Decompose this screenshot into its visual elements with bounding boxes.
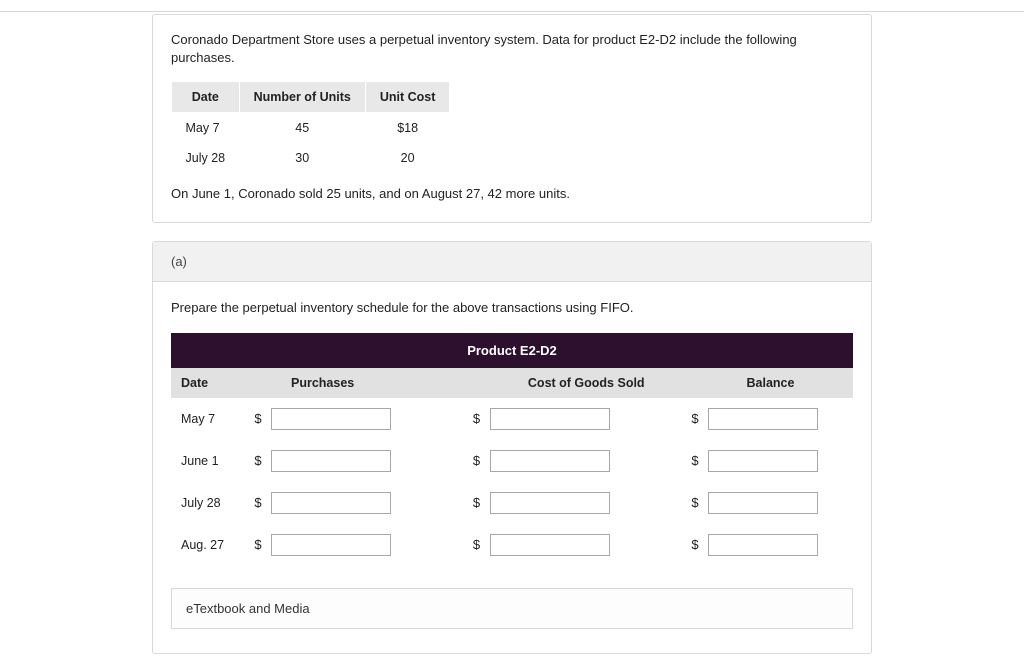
schedule-row: May 7 $ $ $: [171, 398, 853, 440]
part-label: (a): [153, 242, 871, 282]
dollar-icon: $: [470, 453, 484, 468]
schedule-row: Aug. 27 $ $ $: [171, 524, 853, 566]
dollar-icon: $: [251, 495, 265, 510]
balance-input[interactable]: [708, 492, 818, 514]
schedule-title: Product E2-D2: [171, 333, 853, 368]
col-cogs-label: Cost of Goods Sold: [485, 368, 689, 398]
purchases-card: Coronado Department Store uses a perpetu…: [152, 14, 872, 223]
schedule-header: Date Purchases Cost of Goods Sold Balanc…: [171, 368, 853, 398]
purchases-input[interactable]: [271, 408, 391, 430]
cogs-input[interactable]: [490, 408, 610, 430]
cogs-input[interactable]: [490, 492, 610, 514]
col-date: Date: [172, 82, 240, 113]
cogs-input[interactable]: [490, 534, 610, 556]
row-date: May 7: [171, 412, 251, 426]
dollar-icon: $: [251, 537, 265, 552]
sales-note: On June 1, Coronado sold 25 units, and o…: [171, 185, 853, 203]
purchases-input[interactable]: [271, 492, 391, 514]
part-a-card: (a) Prepare the perpetual inventory sche…: [152, 241, 872, 654]
dollar-icon: $: [470, 411, 484, 426]
instruction-text: Prepare the perpetual inventory schedule…: [171, 300, 853, 315]
cell-cost: $18: [365, 113, 450, 144]
balance-input[interactable]: [708, 450, 818, 472]
cell-cost: 20: [365, 143, 450, 173]
cell-units: 45: [239, 113, 365, 144]
dollar-icon: $: [251, 411, 265, 426]
cell-date: July 28: [172, 143, 240, 173]
schedule-row: June 1 $ $ $: [171, 440, 853, 482]
etextbook-button[interactable]: eTextbook and Media: [171, 588, 853, 629]
col-units: Number of Units: [239, 82, 365, 113]
purchases-input[interactable]: [271, 534, 391, 556]
table-row: May 7 45 $18: [172, 113, 450, 144]
cell-units: 30: [239, 143, 365, 173]
cell-date: May 7: [172, 113, 240, 144]
dollar-icon: $: [688, 411, 702, 426]
row-date: Aug. 27: [171, 538, 251, 552]
purchase-table: Date Number of Units Unit Cost May 7 45 …: [171, 81, 450, 173]
inventory-schedule: Product E2-D2 Date Purchases Cost of Goo…: [171, 333, 853, 566]
purchases-input[interactable]: [271, 450, 391, 472]
table-row: July 28 30 20: [172, 143, 450, 173]
col-cost: Unit Cost: [365, 82, 450, 113]
col-purchases-label: Purchases: [251, 368, 485, 398]
dollar-icon: $: [251, 453, 265, 468]
row-date: June 1: [171, 454, 251, 468]
row-date: July 28: [171, 496, 251, 510]
cogs-input[interactable]: [490, 450, 610, 472]
dollar-icon: $: [470, 537, 484, 552]
balance-input[interactable]: [708, 408, 818, 430]
schedule-row: July 28 $ $ $: [171, 482, 853, 524]
balance-input[interactable]: [708, 534, 818, 556]
dollar-icon: $: [688, 495, 702, 510]
col-date-label: Date: [171, 368, 251, 398]
col-balance-label: Balance: [688, 368, 853, 398]
dollar-icon: $: [688, 453, 702, 468]
intro-text: Coronado Department Store uses a perpetu…: [171, 31, 853, 67]
dollar-icon: $: [688, 537, 702, 552]
dollar-icon: $: [470, 495, 484, 510]
